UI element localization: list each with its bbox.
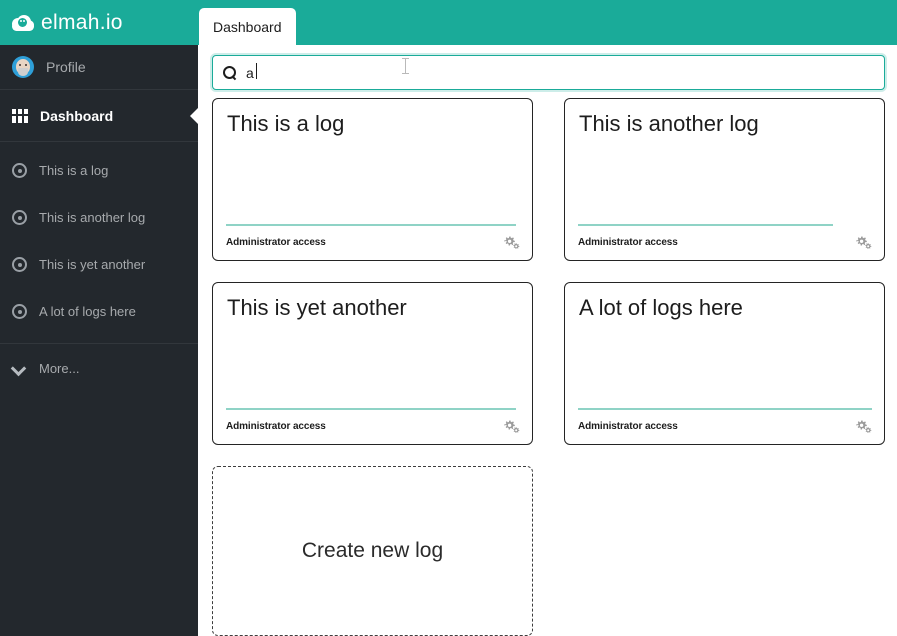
dot-circle-icon <box>12 257 27 272</box>
sidebar-item-log-0[interactable]: This is a log <box>0 147 198 194</box>
sidebar-item-label-log-1: This is another log <box>39 210 146 225</box>
tab-dashboard[interactable]: Dashboard <box>199 8 296 45</box>
log-card-footer-1: Administrator access <box>578 235 872 250</box>
log-card-title-1: This is another log <box>579 111 759 136</box>
log-card-title-3: A lot of logs here <box>579 295 743 320</box>
sidebar-item-profile[interactable]: Profile <box>0 45 198 90</box>
sidebar-item-label-dashboard: Dashboard <box>40 107 114 124</box>
cogs-icon[interactable] <box>503 419 520 434</box>
sidebar-item-log-2[interactable]: This is yet another <box>0 241 198 288</box>
log-card-access-3: Administrator access <box>578 421 678 432</box>
cogs-icon[interactable] <box>503 235 520 250</box>
log-card-divider-0 <box>226 224 516 226</box>
log-card-divider-1 <box>578 224 833 226</box>
log-card-1[interactable]: This is another log Administrator access <box>564 98 885 261</box>
main-content: a This is a log Administrator access Thi… <box>198 45 897 636</box>
chevron-down-icon <box>11 361 27 375</box>
dot-circle-icon <box>12 163 27 178</box>
cogs-icon[interactable] <box>855 419 872 434</box>
log-card-footer-3: Administrator access <box>578 419 872 434</box>
create-new-log-card[interactable]: Create new log <box>212 466 533 636</box>
log-card-2[interactable]: This is yet another Administrator access <box>212 282 533 445</box>
app-window: elmah.io Profile Dashboard This is a log <box>0 0 897 636</box>
card-row-3: Create new log <box>212 466 885 636</box>
dot-circle-icon <box>12 304 27 319</box>
log-card-divider-3 <box>578 408 872 410</box>
sidebar-log-list: This is a log This is another log This i… <box>0 142 198 344</box>
card-row-1: This is a log Administrator access This … <box>212 98 885 261</box>
log-card-divider-2 <box>226 408 516 410</box>
log-card-access-2: Administrator access <box>226 421 326 432</box>
log-card-grid: This is a log Administrator access This … <box>212 98 885 636</box>
sidebar-item-label-more: More... <box>39 360 80 376</box>
search-input-value: a <box>246 62 257 81</box>
log-card-title-0: This is a log <box>227 111 345 136</box>
log-card-0[interactable]: This is a log Administrator access <box>212 98 533 261</box>
sidebar-item-dashboard[interactable]: Dashboard <box>0 90 198 142</box>
log-card-3[interactable]: A lot of logs here Administrator access <box>564 282 885 445</box>
brand-name: elmah.io <box>41 11 123 34</box>
search-input[interactable]: a <box>212 55 885 90</box>
tab-label-dashboard: Dashboard <box>213 18 282 35</box>
cogs-icon[interactable] <box>855 235 872 250</box>
sidebar-item-log-3[interactable]: A lot of logs here <box>0 288 198 335</box>
sidebar-item-more[interactable]: More... <box>0 344 198 392</box>
sidebar-item-label-log-3: A lot of logs here <box>39 304 136 319</box>
log-card-footer-0: Administrator access <box>226 235 520 250</box>
dot-circle-icon <box>12 210 27 225</box>
log-card-access-1: Administrator access <box>578 237 678 248</box>
tab-strip: Dashboard <box>198 0 897 45</box>
search-field-wrapper: a <box>212 55 885 90</box>
log-card-footer-2: Administrator access <box>226 419 520 434</box>
caret-left-icon <box>190 107 198 124</box>
cloud-face-icon <box>12 14 34 31</box>
card-row-2: This is yet another Administrator access <box>212 282 885 445</box>
search-icon <box>223 65 237 80</box>
sidebar-item-log-1[interactable]: This is another log <box>0 194 198 241</box>
log-card-title-2: This is yet another <box>227 295 407 320</box>
sidebar: elmah.io Profile Dashboard This is a log <box>0 0 198 636</box>
avatar-icon <box>12 56 34 78</box>
log-card-access-0: Administrator access <box>226 237 326 248</box>
sidebar-item-label-log-2: This is yet another <box>39 257 146 272</box>
brand-logo-area[interactable]: elmah.io <box>0 0 198 45</box>
sidebar-item-label-log-0: This is a log <box>39 163 109 178</box>
grid-icon <box>12 108 28 123</box>
create-new-log-label: Create new log <box>301 539 444 562</box>
sidebar-item-label-profile: Profile <box>46 59 86 75</box>
